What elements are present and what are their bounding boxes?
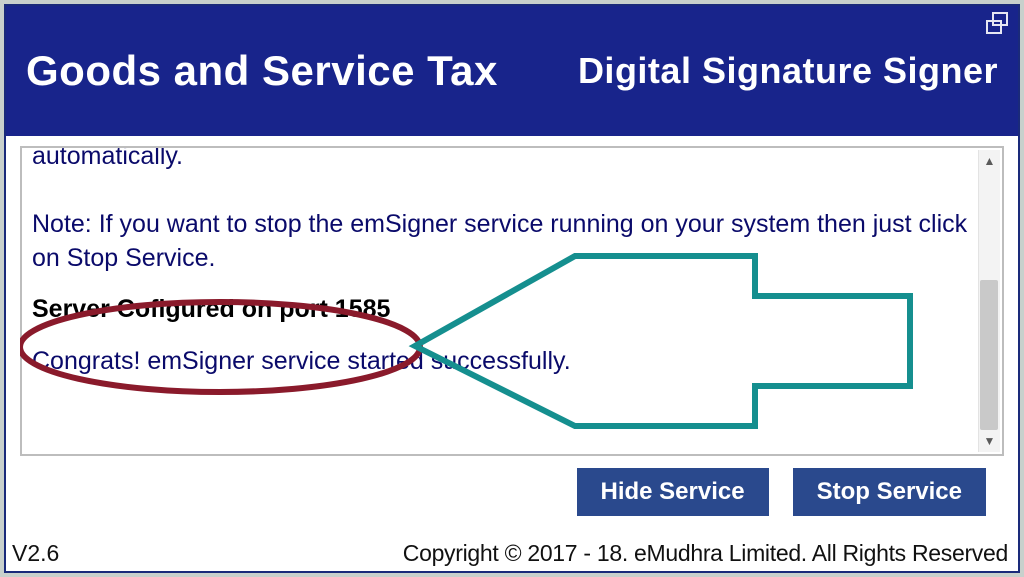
title-bar: Goods and Service Tax Digital Signature … (6, 6, 1018, 136)
copyright-label: Copyright © 2017 - 18. eMudhra Limited. … (403, 540, 1008, 567)
app-title-left: Goods and Service Tax (26, 47, 498, 95)
scrollbar[interactable]: ▲ ▼ (978, 150, 1000, 452)
footer: V2.6 Copyright © 2017 - 18. eMudhra Limi… (6, 540, 1018, 571)
restore-icon[interactable] (986, 12, 1008, 34)
log-line-partial: automatically. (32, 146, 974, 174)
hide-service-button[interactable]: Hide Service (577, 468, 769, 516)
version-label: V2.6 (12, 540, 59, 567)
window-controls (986, 12, 1008, 39)
log-line-status: Server Cofigured on port 1585 (32, 293, 974, 327)
log-line-success: Congrats! emSigner service started succe… (32, 345, 974, 379)
app-window: Goods and Service Tax Digital Signature … (4, 4, 1020, 573)
scroll-up-icon[interactable]: ▲ (979, 150, 1000, 172)
content-area: automatically. Note: If you want to stop… (6, 136, 1018, 540)
button-row: Hide Service Stop Service (20, 456, 1004, 522)
log-content: automatically. Note: If you want to stop… (22, 148, 1002, 385)
log-textarea[interactable]: automatically. Note: If you want to stop… (20, 146, 1004, 456)
app-title-right: Digital Signature Signer (578, 50, 998, 92)
scroll-down-icon[interactable]: ▼ (979, 430, 1000, 452)
log-line-note: Note: If you want to stop the emSigner s… (32, 208, 974, 276)
scroll-thumb[interactable] (980, 280, 998, 430)
stop-service-button[interactable]: Stop Service (793, 468, 986, 516)
